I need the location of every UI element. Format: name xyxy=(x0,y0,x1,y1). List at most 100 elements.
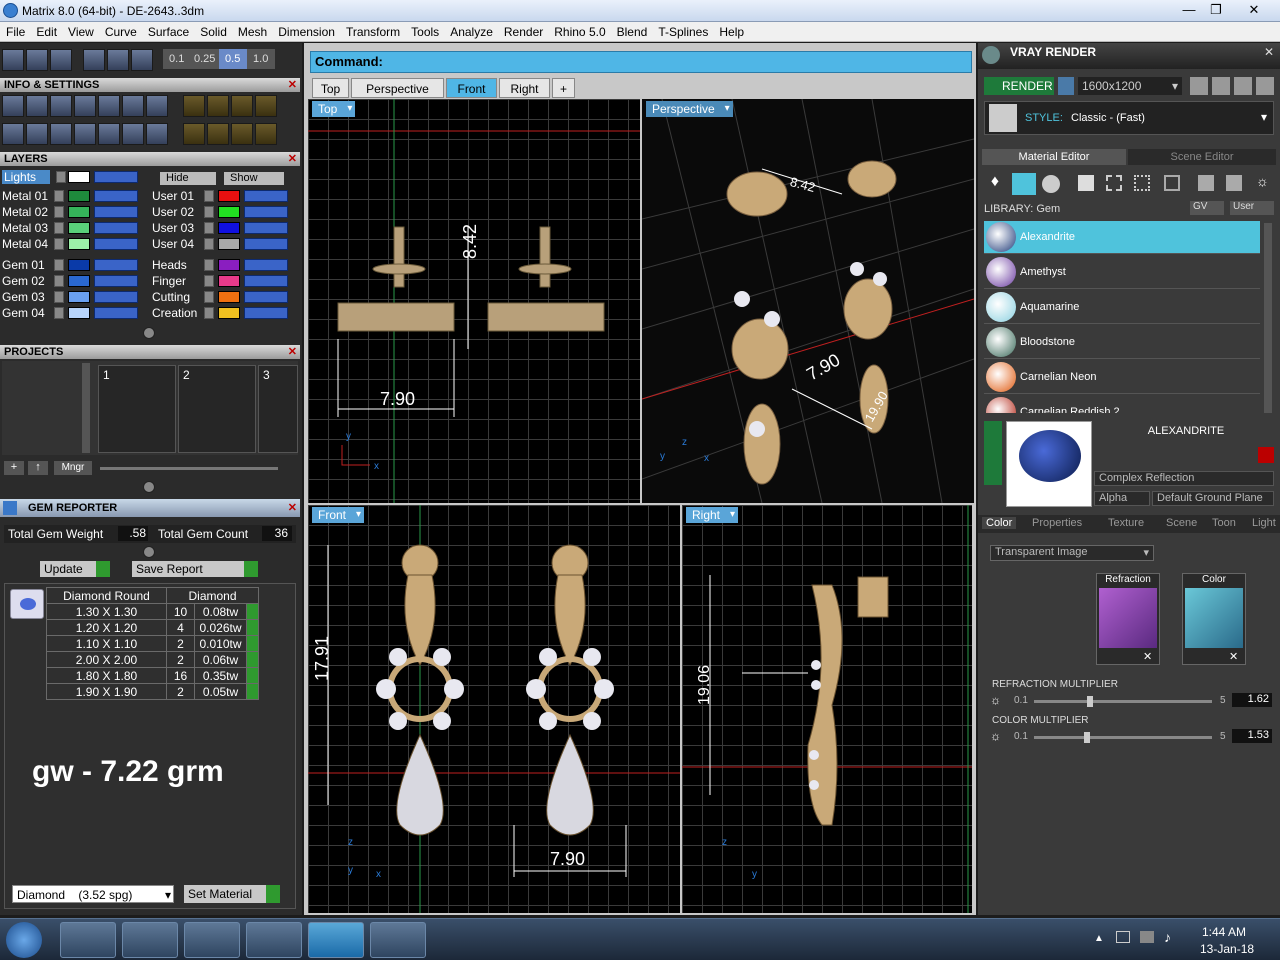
box-icon[interactable] xyxy=(50,123,72,145)
tab-scene-editor[interactable]: Scene Editor xyxy=(1128,149,1276,165)
layer-toggles[interactable] xyxy=(244,238,288,250)
tray-up-icon[interactable]: ▲ xyxy=(1094,933,1104,944)
subtab-properties[interactable]: Properties xyxy=(1028,517,1086,529)
collapse-icon[interactable] xyxy=(143,327,155,339)
snap-icon[interactable] xyxy=(83,49,106,71)
texture-icon[interactable] xyxy=(1134,175,1150,191)
close-icon[interactable]: ✕ xyxy=(288,501,297,515)
layer-toggles[interactable] xyxy=(244,190,288,202)
menu-tsplines[interactable]: T-Splines xyxy=(652,22,713,39)
set-material-button[interactable]: Set Material xyxy=(184,885,280,903)
menu-rhino[interactable]: Rhino 5.0 xyxy=(548,22,610,39)
expand-icon[interactable] xyxy=(204,259,214,271)
reset-icon[interactable] xyxy=(1258,447,1274,463)
layer-toggles[interactable] xyxy=(244,307,288,319)
pattern-icon[interactable] xyxy=(1106,175,1122,191)
layer-row[interactable]: Metal 04 xyxy=(2,237,142,252)
viewport-perspective-label[interactable]: Perspective xyxy=(646,101,733,117)
layer-toggles[interactable] xyxy=(94,206,138,218)
edit-icon[interactable] xyxy=(122,95,144,117)
layer-row[interactable]: Metal 01 xyxy=(2,189,142,204)
expand-icon[interactable] xyxy=(204,275,214,287)
minimize-button[interactable]: — xyxy=(1176,1,1202,19)
layer-row[interactable]: Metal 03 xyxy=(2,221,142,236)
layer-color-swatch[interactable] xyxy=(218,206,240,218)
remove-icon[interactable]: ✕ xyxy=(1229,650,1238,663)
layer-toggles[interactable] xyxy=(244,275,288,287)
tray-flag-icon[interactable] xyxy=(1140,931,1154,943)
layer-toggles[interactable] xyxy=(94,222,138,234)
resolution-select[interactable]: 1600x1200 ▾ xyxy=(1078,77,1182,95)
menu-mesh[interactable]: Mesh xyxy=(232,22,272,39)
layer-row[interactable]: Metal 02 xyxy=(2,205,142,220)
layer-color-swatch[interactable] xyxy=(68,238,90,250)
tab-right[interactable]: Right xyxy=(499,78,550,98)
gumball-icon[interactable] xyxy=(131,49,154,71)
viewport-top[interactable]: yx Top 8.42 7.90 xyxy=(308,99,640,503)
menu-help[interactable]: Help xyxy=(713,22,749,39)
menu-tools[interactable]: Tools xyxy=(405,22,444,39)
add-project-button[interactable]: + xyxy=(4,461,24,475)
layer-row[interactable]: User 01 xyxy=(152,189,292,204)
camera-icon[interactable] xyxy=(1058,77,1074,95)
viewport-front[interactable]: z y x Front 17.91 7.90 xyxy=(308,505,680,913)
viewport-front-label[interactable]: Front xyxy=(312,507,365,523)
library-item[interactable]: Amethyst xyxy=(984,256,1260,289)
snap-point-icon[interactable] xyxy=(255,95,278,117)
snap-center-icon[interactable] xyxy=(231,95,254,117)
tile-icon[interactable] xyxy=(1164,175,1180,191)
slider-knob[interactable] xyxy=(1083,732,1090,743)
pen-icon[interactable] xyxy=(50,49,72,71)
tab-top[interactable]: Top xyxy=(312,78,349,98)
expand-icon[interactable] xyxy=(54,291,64,303)
ground-select[interactable]: Default Ground Plane xyxy=(1152,491,1274,506)
subtab-texture[interactable]: Texture xyxy=(1104,517,1148,529)
expand-icon[interactable] xyxy=(54,259,64,271)
layer-row[interactable]: Cutting xyxy=(152,290,292,305)
command-bar[interactable]: Command: xyxy=(310,51,972,73)
layout-icon[interactable] xyxy=(2,123,24,145)
lights-toggles[interactable] xyxy=(94,171,138,183)
subtab-toon[interactable]: Toon xyxy=(1208,517,1240,529)
menu-view[interactable]: View xyxy=(62,22,99,39)
snap-tan-icon[interactable] xyxy=(255,123,278,145)
layer-row[interactable]: Gem 01 xyxy=(2,258,142,273)
expand-icon[interactable] xyxy=(204,238,214,250)
layer-row[interactable]: Gem 04 xyxy=(2,306,142,321)
report-icon[interactable] xyxy=(146,123,168,145)
slider-knob[interactable] xyxy=(1087,696,1094,707)
show-button[interactable]: Show xyxy=(224,172,284,185)
menu-file[interactable]: File xyxy=(0,22,30,39)
color-slider[interactable] xyxy=(1034,732,1212,743)
library-scrollbar[interactable] xyxy=(1264,223,1272,413)
close-icon[interactable]: ✕ xyxy=(288,152,297,166)
projects-scrollbar[interactable] xyxy=(82,363,90,453)
layer-color-swatch[interactable] xyxy=(68,259,90,271)
taskbar-media-player[interactable] xyxy=(60,922,116,958)
user-toggle[interactable]: User xyxy=(1230,201,1274,215)
maximize-button[interactable]: ❐ xyxy=(1203,1,1229,19)
menu-curve[interactable]: Curve xyxy=(99,22,142,39)
viewport-right-label[interactable]: Right xyxy=(686,507,739,523)
shelf-icon[interactable] xyxy=(50,95,72,117)
expand-icon[interactable] xyxy=(204,291,214,303)
snap-end-icon[interactable] xyxy=(183,95,206,117)
layer-color-swatch[interactable] xyxy=(68,190,90,202)
color-value[interactable]: 1.53 xyxy=(1232,729,1272,743)
expand-icon[interactable] xyxy=(56,171,66,183)
layer-color-swatch[interactable] xyxy=(218,291,240,303)
lights-swatch[interactable] xyxy=(68,171,90,183)
play-icon[interactable] xyxy=(246,635,259,652)
library-item[interactable]: Alexandrite xyxy=(984,221,1260,254)
render-button[interactable]: RENDER xyxy=(984,77,1054,95)
expand-icon[interactable] xyxy=(204,222,214,234)
layer-color-swatch[interactable] xyxy=(68,275,90,287)
collapse-icon[interactable] xyxy=(143,481,155,493)
library-item[interactable]: Carnelian Reddish 2 xyxy=(984,396,1260,413)
step-10[interactable]: 1.0 xyxy=(246,49,275,69)
menu-edit[interactable]: Edit xyxy=(30,22,62,39)
plane-icon[interactable] xyxy=(107,49,130,71)
layer-row[interactable]: Finger xyxy=(152,274,292,289)
search-icon[interactable] xyxy=(26,95,48,117)
close-icon[interactable]: ✕ xyxy=(1264,45,1274,59)
